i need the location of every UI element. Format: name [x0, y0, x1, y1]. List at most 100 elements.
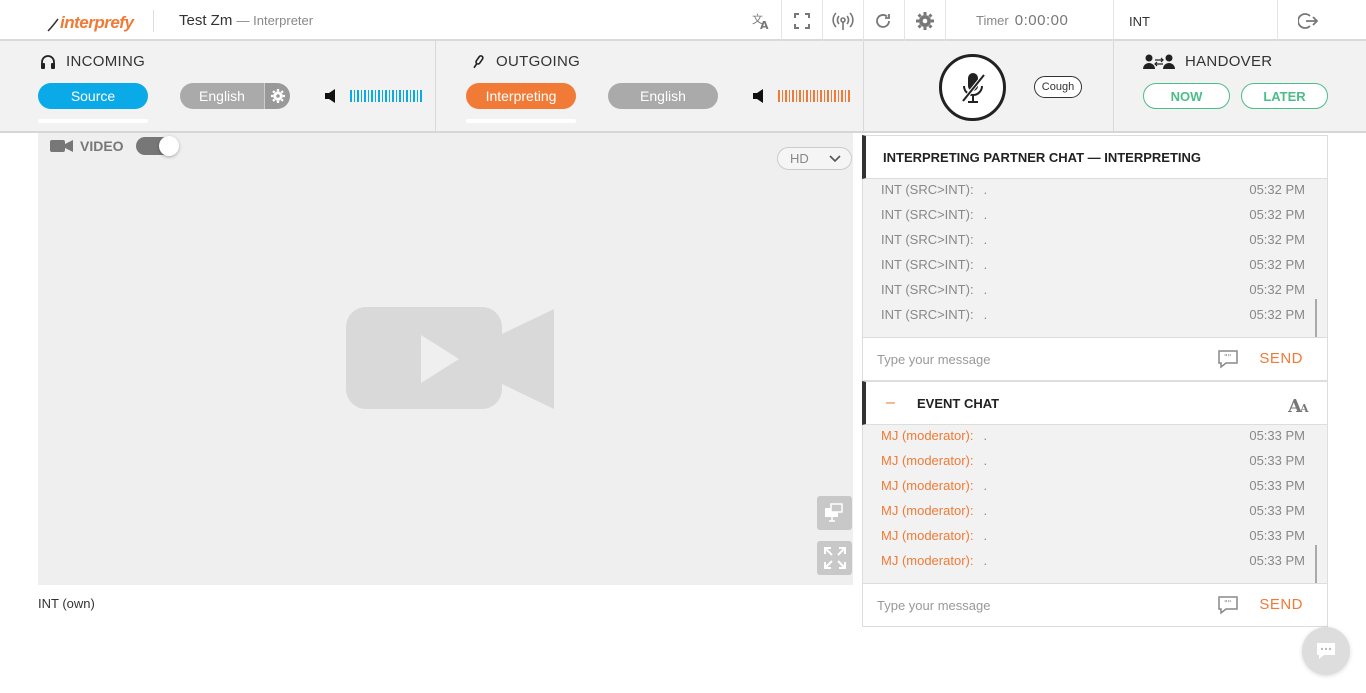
message-text: . [983, 232, 988, 247]
volume-bar [367, 90, 369, 102]
message-time: 05:32 PM [1249, 282, 1305, 297]
outgoing-title: OUTGOING [496, 53, 581, 70]
input-placeholder: Type your message [877, 351, 991, 367]
mute-microphone-button[interactable] [939, 54, 1006, 121]
open-chat-button[interactable] [1302, 627, 1350, 675]
message-text: . [983, 453, 988, 468]
message-time: 05:32 PM [1249, 182, 1305, 197]
message-author: MJ (moderator): [881, 453, 974, 468]
speaker-icon[interactable] [752, 88, 768, 109]
message-time: 05:33 PM [1249, 528, 1305, 543]
divider [863, 41, 864, 131]
divider [822, 0, 823, 41]
volume-bar [378, 90, 380, 102]
volume-bar [781, 90, 783, 102]
message-author: MJ (moderator): [881, 428, 974, 443]
incoming-settings-button[interactable] [264, 83, 290, 109]
message-author: MJ (moderator): [881, 553, 974, 568]
scrollbar[interactable] [1315, 299, 1317, 337]
toggle-knob [158, 136, 179, 156]
video-fullscreen-button[interactable] [817, 541, 852, 575]
translate-icon[interactable]: 文A [750, 10, 772, 32]
handover-later-button[interactable]: LATER [1241, 83, 1328, 109]
quick-message-icon[interactable]: "" [1217, 349, 1239, 369]
svg-text:A: A [1299, 402, 1309, 413]
event-chat-input[interactable]: Type your message "" SEND [862, 583, 1328, 627]
interpreting-button[interactable]: Interpreting [466, 83, 576, 109]
incoming-section-title: INCOMING [40, 53, 145, 70]
logout-icon[interactable] [1297, 10, 1319, 32]
message-text: . [983, 257, 988, 272]
message-text: . [983, 478, 988, 493]
video-label: VIDEO [80, 138, 124, 154]
message-author: INT (SRC>INT): [881, 257, 974, 272]
partner-chat-header: INTERPRETING PARTNER CHAT — INTERPRETING [862, 135, 1328, 179]
message-author: INT (SRC>INT): [881, 232, 974, 247]
partner-chat-input[interactable]: Type your message "" SEND [862, 337, 1328, 381]
divider [781, 0, 782, 41]
message-author: INT (SRC>INT): [881, 182, 974, 197]
message-author: MJ (moderator): [881, 478, 974, 493]
volume-bar [353, 90, 355, 102]
chat-message: MJ (moderator):. 05:33 PM [881, 528, 1305, 543]
volume-bar [399, 90, 401, 102]
volume-bar [848, 90, 850, 102]
volume-bar [816, 90, 818, 102]
input-placeholder: Type your message [877, 597, 991, 613]
chat-message: MJ (moderator):. 05:33 PM [881, 553, 1305, 568]
font-size-icon[interactable]: AA [1288, 395, 1310, 413]
scrollbar[interactable] [1315, 545, 1317, 583]
volume-bar [841, 90, 843, 102]
event-chat-messages: MJ (moderator):. 05:33 PM MJ (moderator):… [862, 425, 1328, 583]
event-chat-send-button[interactable]: SEND [1259, 596, 1303, 613]
volume-bar [837, 90, 839, 102]
chat-message: INT (SRC>INT):. 05:32 PM [881, 232, 1305, 247]
message-author: INT (SRC>INT): [881, 282, 974, 297]
partner-chat-send-button[interactable]: SEND [1259, 350, 1303, 367]
incoming-language-select[interactable]: English [180, 83, 264, 109]
chevron-down-icon [829, 155, 841, 163]
volume-bar [809, 90, 811, 102]
session-name: Test Zm [179, 12, 233, 29]
volume-bar [795, 90, 797, 102]
volume-bar [830, 90, 832, 102]
logo-mark-icon [47, 18, 59, 32]
volume-bar [420, 90, 422, 102]
screen-share-icon [824, 503, 843, 522]
volume-bar [357, 90, 359, 102]
chat-message: INT (SRC>INT):. 05:32 PM [881, 282, 1305, 297]
video-camera-icon [50, 140, 73, 152]
broadcast-icon[interactable] [832, 10, 854, 32]
gear-icon[interactable] [914, 10, 936, 32]
video-toggle[interactable] [135, 136, 179, 156]
volume-bar [364, 90, 366, 102]
divider [435, 41, 436, 131]
source-button[interactable]: Source [38, 83, 148, 109]
video-header: VIDEO [50, 136, 179, 156]
divider [904, 0, 905, 41]
video-placeholder-icon [346, 307, 554, 409]
message-text: . [983, 503, 988, 518]
volume-bar [823, 90, 825, 102]
volume-bar [416, 90, 418, 102]
volume-bar [827, 90, 829, 102]
cough-button[interactable]: Cough [1034, 76, 1082, 98]
chat-bubble-icon [1317, 643, 1335, 659]
user-label: INT [1129, 14, 1150, 29]
volume-bar [788, 90, 790, 102]
picture-in-picture-button[interactable] [817, 496, 852, 530]
outgoing-language-select[interactable]: English [608, 83, 718, 109]
top-bar: interprefy Test Zm — Interpreter 文A Time… [0, 0, 1366, 41]
volume-bar [381, 90, 383, 102]
handover-now-button[interactable]: NOW [1143, 83, 1230, 109]
speaker-icon[interactable] [324, 88, 340, 109]
refresh-icon[interactable] [872, 10, 894, 32]
collapse-icon[interactable]: – [886, 394, 917, 412]
timer-label: Timer [976, 13, 1009, 28]
chat-message: INT (SRC>INT):. 05:32 PM [881, 182, 1305, 197]
chat-message: MJ (moderator):. 05:33 PM [881, 453, 1305, 468]
fullscreen-icon[interactable] [791, 10, 813, 32]
quick-message-icon[interactable]: "" [1217, 595, 1239, 615]
chat-message: MJ (moderator):. 05:33 PM [881, 478, 1305, 493]
quality-select[interactable]: HD [777, 147, 852, 170]
